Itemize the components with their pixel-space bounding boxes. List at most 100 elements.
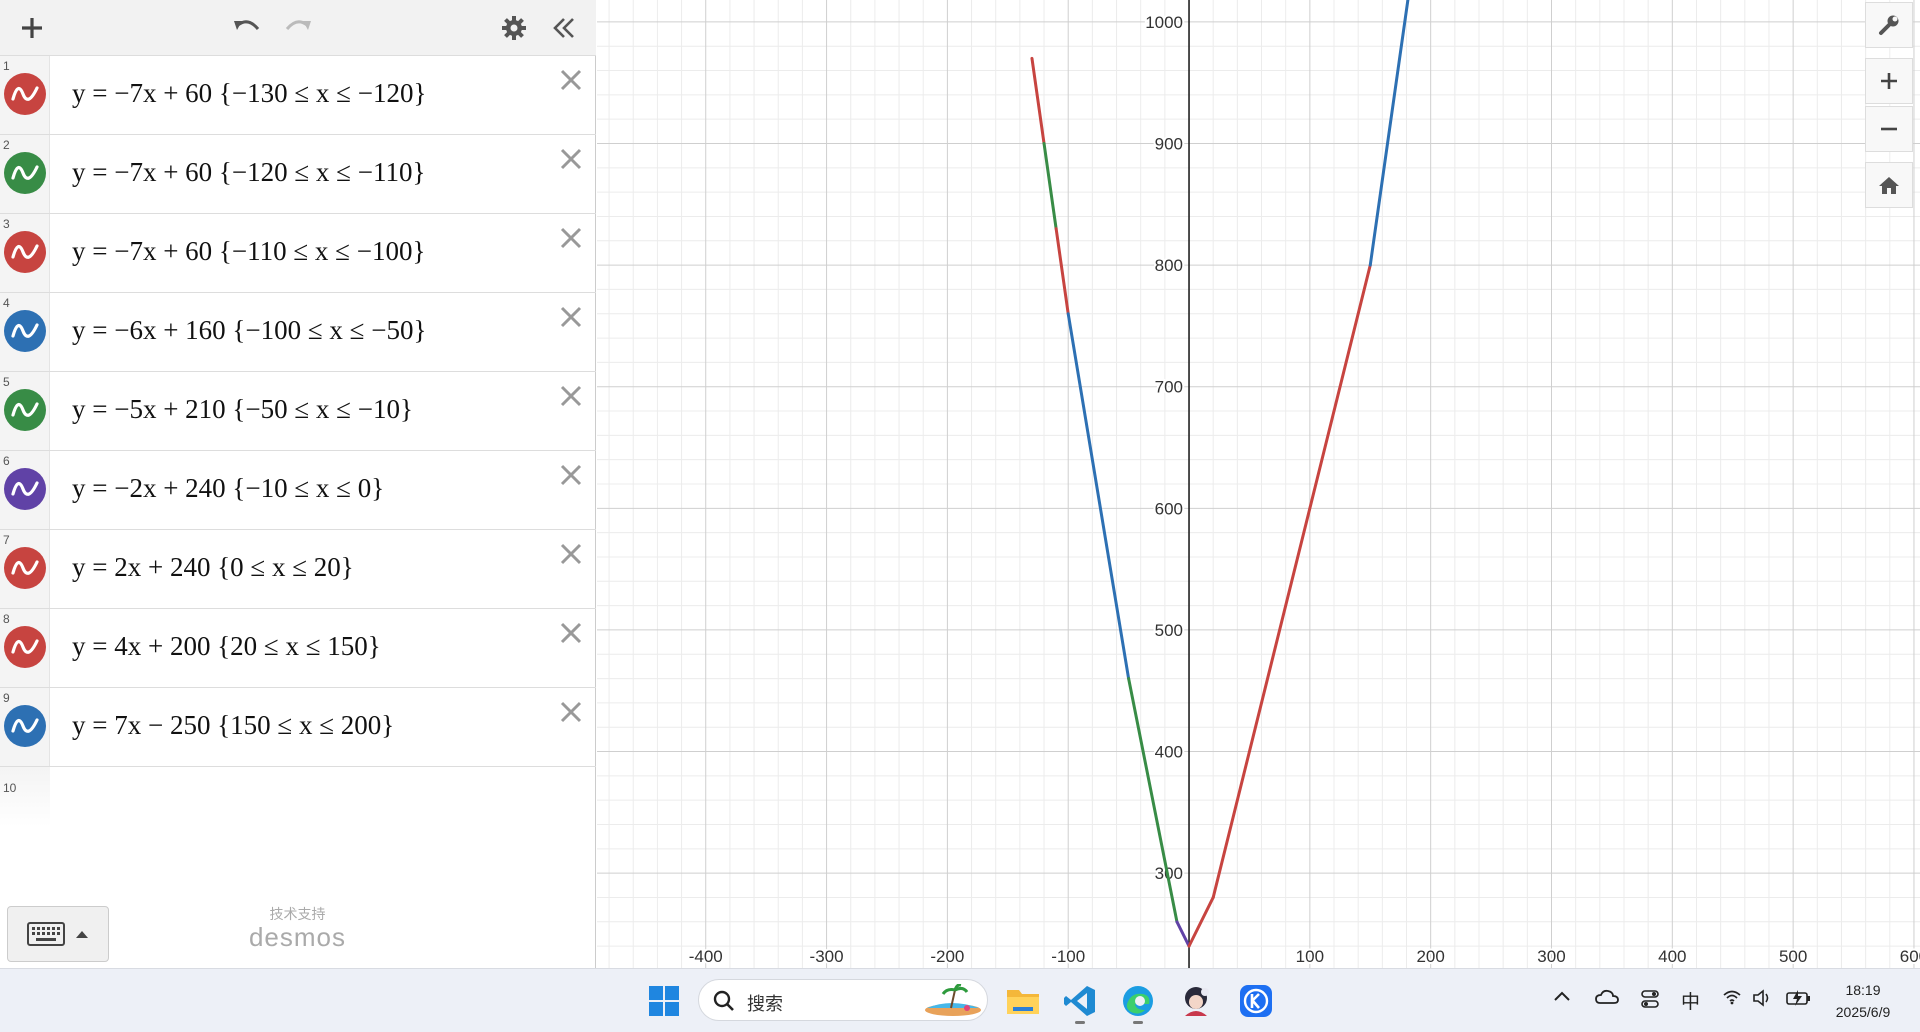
expression-number: 6 xyxy=(3,454,10,468)
y-tick-label: 500 xyxy=(1155,621,1183,640)
delete-expression-button[interactable] xyxy=(556,381,586,411)
graph-visibility-toggle[interactable] xyxy=(4,547,46,589)
beach-illustration-icon xyxy=(925,984,981,1016)
windows-logo-icon xyxy=(649,986,679,1016)
expression-row[interactable]: 9 y = 7x − 250 {150 ≤ x ≤ 200} xyxy=(0,688,596,767)
expression-formula[interactable]: y = 2x + 240 {0 ≤ x ≤ 20} xyxy=(72,552,354,583)
graph-canvas[interactable]: -400-300-200-100100200300400500600300400… xyxy=(597,0,1920,968)
expression-formula[interactable]: y = −7x + 60 {−130 ≤ x ≤ −120} xyxy=(72,78,426,109)
graph-paper[interactable]: -400-300-200-100100200300400500600300400… xyxy=(597,0,1920,968)
expression-gutter: 2 xyxy=(0,135,50,213)
delete-expression-button[interactable] xyxy=(556,539,586,569)
wave-icon xyxy=(11,165,39,180)
expression-row[interactable]: 2 y = −7x + 60 {−120 ≤ x ≤ −110} xyxy=(0,135,596,214)
zoom-out-button[interactable] xyxy=(1865,106,1913,152)
expression-number: 4 xyxy=(3,296,10,310)
expression-row[interactable]: 5 y = −5x + 210 {−50 ≤ x ≤ −10} xyxy=(0,372,596,451)
battery-charging-icon[interactable] xyxy=(1786,989,1812,1007)
expression-gutter: 9 xyxy=(0,688,50,766)
expression-gutter: 6 xyxy=(0,451,50,529)
expression-number: 5 xyxy=(3,375,10,389)
file-explorer-button[interactable] xyxy=(1003,981,1043,1021)
wifi-icon[interactable] xyxy=(1722,989,1742,1005)
expression-row[interactable]: 1 y = −7x + 60 {−130 ≤ x ≤ −120} xyxy=(0,56,596,135)
delete-expression-button[interactable] xyxy=(556,618,586,648)
expression-row[interactable]: 7 y = 2x + 240 {0 ≤ x ≤ 20} xyxy=(0,530,596,609)
k-app-icon xyxy=(1240,985,1272,1017)
start-button[interactable] xyxy=(644,981,684,1021)
expression-gutter: 10 xyxy=(0,767,50,827)
delete-expression-button[interactable] xyxy=(556,302,586,332)
graph-visibility-toggle[interactable] xyxy=(4,152,46,194)
x-tick-label: -400 xyxy=(689,947,723,966)
settings-button[interactable] xyxy=(494,8,534,48)
expression-formula[interactable]: y = 4x + 200 {20 ≤ x ≤ 150} xyxy=(72,631,381,662)
expression-formula[interactable]: y = −7x + 60 {−120 ≤ x ≤ −110} xyxy=(72,157,425,188)
delete-expression-button[interactable] xyxy=(556,697,586,727)
graph-visibility-toggle[interactable] xyxy=(4,705,46,747)
plus-icon xyxy=(1881,73,1897,89)
clock-time: 18:19 xyxy=(1845,982,1881,998)
delete-expression-button[interactable] xyxy=(556,460,586,490)
expression-number: 9 xyxy=(3,691,10,705)
graph-visibility-toggle[interactable] xyxy=(4,73,46,115)
graph-visibility-toggle[interactable] xyxy=(4,626,46,668)
graph-segment-4 xyxy=(1066,312,1131,681)
plus-icon xyxy=(22,18,42,38)
x-tick-label: 300 xyxy=(1537,947,1565,966)
expression-row[interactable]: 4 y = −6x + 160 {−100 ≤ x ≤ −50} xyxy=(0,293,596,372)
graph-visibility-toggle[interactable] xyxy=(4,310,46,352)
expression-row[interactable]: 8 y = 4x + 200 {20 ≤ x ≤ 150} xyxy=(0,609,596,688)
taskbar-search-box[interactable]: 搜索 xyxy=(698,979,988,1021)
folder-icon xyxy=(1007,990,1039,1014)
expression-row[interactable]: 3 y = −7x + 60 {−110 ≤ x ≤ −100} xyxy=(0,214,596,293)
undo-button[interactable] xyxy=(227,8,267,48)
avatar-app-button[interactable] xyxy=(1176,981,1216,1021)
edge-icon xyxy=(1123,986,1153,1016)
default-viewport-button[interactable] xyxy=(1865,162,1913,208)
chevron-up-icon[interactable] xyxy=(1553,989,1571,1003)
y-tick-label: 800 xyxy=(1155,256,1183,275)
graph-visibility-toggle[interactable] xyxy=(4,231,46,273)
keyboard-icon xyxy=(27,922,65,946)
taskbar-clock[interactable]: 18:19 2025/6/9 xyxy=(1818,979,1908,1023)
x-tick-label: 600 xyxy=(1900,947,1920,966)
y-tick-label: 600 xyxy=(1155,499,1183,518)
graph-visibility-toggle[interactable] xyxy=(4,389,46,431)
graph-visibility-toggle[interactable] xyxy=(4,468,46,510)
redo-button[interactable] xyxy=(278,8,318,48)
onedrive-cloud-icon[interactable] xyxy=(1595,989,1619,1005)
expression-formula[interactable]: y = −7x + 60 {−110 ≤ x ≤ −100} xyxy=(72,236,425,267)
zoom-in-button[interactable] xyxy=(1865,58,1913,104)
expression-gutter: 3 xyxy=(0,214,50,292)
expression-row[interactable]: 6 y = −2x + 240 {−10 ≤ x ≤ 0} xyxy=(0,451,596,530)
expression-formula[interactable]: y = −5x + 210 {−50 ≤ x ≤ −10} xyxy=(72,394,413,425)
expression-formula[interactable]: y = 7x − 250 {150 ≤ x ≤ 200} xyxy=(72,710,394,741)
double-chevron-left-icon xyxy=(553,18,574,38)
x-tick-label: 100 xyxy=(1296,947,1324,966)
add-item-button[interactable] xyxy=(12,8,52,48)
expression-formula[interactable]: y = −2x + 240 {−10 ≤ x ≤ 0} xyxy=(72,473,384,504)
keyboard-toggle-button[interactable] xyxy=(7,906,109,962)
graph-settings-button[interactable] xyxy=(1865,2,1913,48)
vscode-button[interactable] xyxy=(1060,981,1100,1024)
expression-formula[interactable]: y = −6x + 160 {−100 ≤ x ≤ −50} xyxy=(72,315,426,346)
delete-expression-button[interactable] xyxy=(556,65,586,95)
k-app-button[interactable] xyxy=(1236,981,1276,1021)
wave-icon xyxy=(11,718,39,733)
delete-expression-button[interactable] xyxy=(556,144,586,174)
ime-indicator[interactable]: 中 xyxy=(1681,987,1700,1014)
edge-button[interactable] xyxy=(1118,981,1158,1024)
close-icon xyxy=(560,622,582,644)
toggles-icon[interactable] xyxy=(1640,989,1660,1009)
character-avatar-icon xyxy=(1185,987,1209,1016)
x-tick-label: -100 xyxy=(1051,947,1085,966)
y-tick-label: 400 xyxy=(1155,743,1183,762)
empty-expression-row[interactable]: 10 xyxy=(0,767,596,847)
delete-expression-button[interactable] xyxy=(556,223,586,253)
speaker-icon[interactable] xyxy=(1752,989,1772,1007)
running-indicator xyxy=(1075,1021,1085,1024)
home-icon xyxy=(1879,177,1899,194)
expression-number: 3 xyxy=(3,217,10,231)
collapse-panel-button[interactable] xyxy=(544,8,584,48)
